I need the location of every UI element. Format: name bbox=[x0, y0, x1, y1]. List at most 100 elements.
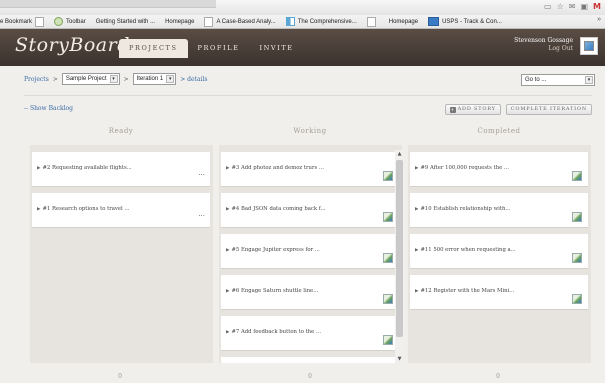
story-title-text: #12 Register with the Mars Mini... bbox=[420, 288, 515, 294]
expand-triangle-icon[interactable]: ▶ bbox=[226, 166, 229, 171]
complete-iteration-button[interactable]: COMPLETE ITERATION bbox=[505, 104, 592, 115]
nav-invite[interactable]: INVITE bbox=[249, 39, 303, 58]
bookmarks-bar: e Bookmark Toolbar Getting Started with ..… bbox=[0, 15, 605, 29]
app-logo[interactable]: StoryBoard bbox=[15, 34, 130, 56]
story-image-icon[interactable] bbox=[383, 335, 393, 345]
expand-triangle-icon[interactable]: ▶ bbox=[415, 207, 418, 212]
bookmark-item[interactable]: Homepage bbox=[389, 19, 418, 25]
bookmark-label: A Case-Based Analy... bbox=[216, 18, 276, 25]
nav-projects[interactable]: PROJECTS bbox=[119, 39, 188, 58]
bookmark-item[interactable]: Getting Started with ... bbox=[96, 19, 155, 25]
scroll-up-icon[interactable]: ▲ bbox=[395, 151, 404, 157]
globe-icon bbox=[54, 17, 64, 26]
iteration-select-value: Iteration 1 bbox=[136, 76, 164, 82]
star-icon[interactable]: ☆ bbox=[557, 2, 564, 11]
logout-link[interactable]: Log Out bbox=[514, 45, 573, 53]
nav-profile[interactable]: PROFILE bbox=[188, 39, 250, 58]
bookmark-item[interactable]: The Comprehensive... bbox=[285, 17, 357, 26]
story-card[interactable]: ▶ #1 Research options to travel ... ··· bbox=[32, 193, 210, 228]
bookmark-item[interactable]: Toolbar bbox=[54, 17, 86, 26]
scroll-down-icon[interactable]: ▼ bbox=[395, 356, 404, 362]
story-title-text: #7 Add feedback button to the ... bbox=[231, 329, 322, 335]
mail-icon[interactable]: ✉ bbox=[569, 2, 576, 11]
story-image-icon[interactable] bbox=[572, 171, 582, 181]
story-image-icon[interactable] bbox=[383, 253, 393, 263]
story-title-text: #4 Bad JSON data coming back f... bbox=[231, 206, 326, 212]
page-icon bbox=[204, 16, 214, 27]
chevron-down-icon: ▾ bbox=[109, 75, 118, 83]
expand-triangle-icon[interactable]: ▶ bbox=[415, 166, 418, 171]
bookmark-item[interactable] bbox=[366, 16, 379, 27]
board-actions: + ADD STORY COMPLETE ITERATION bbox=[444, 104, 592, 115]
add-story-button[interactable]: + ADD STORY bbox=[444, 104, 501, 115]
story-title: ▶ #4 Bad JSON data coming back f... bbox=[226, 206, 326, 212]
expand-triangle-icon[interactable]: ▶ bbox=[415, 248, 418, 253]
page-icon[interactable]: ▭ bbox=[544, 2, 552, 11]
story-card[interactable]: ▶ #10 Establish relationship with... bbox=[410, 193, 588, 228]
story-image-icon[interactable] bbox=[572, 212, 582, 222]
bookmark-label: Getting Started with ... bbox=[95, 18, 156, 25]
calendar-icon[interactable]: ▣ bbox=[580, 2, 588, 11]
story-card[interactable]: ▶ #4 Bad JSON data coming back f... bbox=[221, 193, 399, 228]
avatar-image-icon bbox=[584, 41, 594, 51]
expand-triangle-icon[interactable]: ▶ bbox=[226, 207, 229, 212]
goto-select[interactable]: Go to ... ▾ bbox=[521, 74, 595, 86]
story-title-text: #10 Establish relationship with... bbox=[420, 206, 511, 212]
story-card[interactable]: ▶ #5 Engage Jupiter express for ... bbox=[221, 234, 399, 269]
bookmark-item[interactable]: A Case-Based Analy... bbox=[204, 16, 276, 27]
bookmark-item[interactable]: Homepage bbox=[165, 19, 194, 25]
bookmark-label: Toolbar bbox=[66, 18, 86, 25]
breadcrumb-separator: > bbox=[123, 75, 129, 83]
bookmarks-overflow-icon[interactable]: » bbox=[597, 16, 601, 23]
story-title: ▶ #5 Engage Jupiter express for ... bbox=[226, 247, 320, 253]
story-title: ▶ #7 Add feedback button to the ... bbox=[226, 329, 321, 335]
plus-icon: + bbox=[449, 106, 456, 113]
expand-triangle-icon[interactable]: ▶ bbox=[226, 289, 229, 294]
expand-triangle-icon[interactable]: ▶ bbox=[415, 289, 418, 294]
bookmark-item[interactable]: e Bookmark bbox=[0, 16, 45, 27]
story-card[interactable]: ▶ #3 Add photoz and demoz trurs ... bbox=[221, 152, 399, 187]
story-card[interactable]: ▶#8 Email non registered users ... bbox=[221, 357, 399, 363]
story-card[interactable]: ▶ #9 After 100,000 requests the ... bbox=[410, 152, 588, 187]
show-backlog-link[interactable]: -- Show Backlog bbox=[24, 105, 73, 112]
working-column-scrollbar[interactable]: ▲ ▼ bbox=[395, 150, 404, 363]
story-card[interactable]: ▶ #2 Requesting available flights... ··· bbox=[32, 152, 210, 187]
browser-tab[interactable] bbox=[0, 0, 216, 8]
column-title-working: Working bbox=[293, 127, 327, 135]
story-title-text: #2 Requesting available flights... bbox=[42, 165, 132, 171]
expand-triangle-icon[interactable]: ▶ bbox=[37, 166, 40, 171]
projects-link[interactable]: Projects bbox=[24, 76, 49, 83]
more-options-icon[interactable]: ··· bbox=[198, 212, 205, 220]
more-options-icon[interactable]: ··· bbox=[198, 171, 205, 179]
story-card[interactable]: ▶ #11 500 error when requesting a... bbox=[410, 234, 588, 269]
story-card[interactable]: ▶ #6 Engage Saturn shuttle line... bbox=[221, 275, 399, 310]
story-image-icon[interactable] bbox=[383, 171, 393, 181]
story-title-text: #5 Engage Jupiter express for ... bbox=[231, 247, 320, 253]
breadcrumb-separator: > bbox=[52, 75, 58, 83]
complete-iteration-label: COMPLETE ITERATION bbox=[510, 106, 587, 112]
bookmark-item[interactable]: USPS - Track & Con... bbox=[428, 17, 502, 26]
expand-triangle-icon[interactable]: ▶ bbox=[226, 330, 229, 335]
scrollbar-thumb[interactable] bbox=[396, 160, 403, 337]
story-image-icon[interactable] bbox=[572, 294, 582, 304]
story-image-icon[interactable] bbox=[383, 294, 393, 304]
gmail-icon[interactable]: M bbox=[593, 2, 601, 11]
story-card[interactable]: ▶ #7 Add feedback button to the ... bbox=[221, 316, 399, 351]
expand-triangle-icon[interactable]: ▶ bbox=[226, 248, 229, 253]
browser-title-strip: ▭ ☆ ✉ ▣ M bbox=[0, 0, 605, 15]
story-card[interactable]: ▶ #12 Register with the Mars Mini... bbox=[410, 275, 588, 310]
column-working: ▶ #3 Add photoz and demoz trurs ... ▶ #4 Ba… bbox=[219, 145, 402, 363]
expand-triangle-icon[interactable]: ▶ bbox=[37, 207, 40, 212]
user-info: Stevenson Gossage Log Out bbox=[514, 37, 573, 53]
story-image-icon[interactable] bbox=[572, 253, 582, 263]
story-title: ▶ #2 Requesting available flights... bbox=[37, 165, 132, 171]
column-count-working: 0 bbox=[308, 373, 312, 380]
main-nav: PROJECTS PROFILE INVITE bbox=[119, 39, 304, 58]
story-image-icon[interactable] bbox=[383, 212, 393, 222]
project-select[interactable]: Sample Project ▾ bbox=[61, 73, 120, 85]
avatar[interactable] bbox=[580, 37, 598, 55]
details-link[interactable]: > details bbox=[180, 76, 207, 83]
story-title: ▶ #12 Register with the Mars Mini... bbox=[415, 288, 514, 294]
story-title: ▶ #6 Engage Saturn shuttle line... bbox=[226, 288, 318, 294]
iteration-select[interactable]: Iteration 1 ▾ bbox=[132, 73, 177, 85]
